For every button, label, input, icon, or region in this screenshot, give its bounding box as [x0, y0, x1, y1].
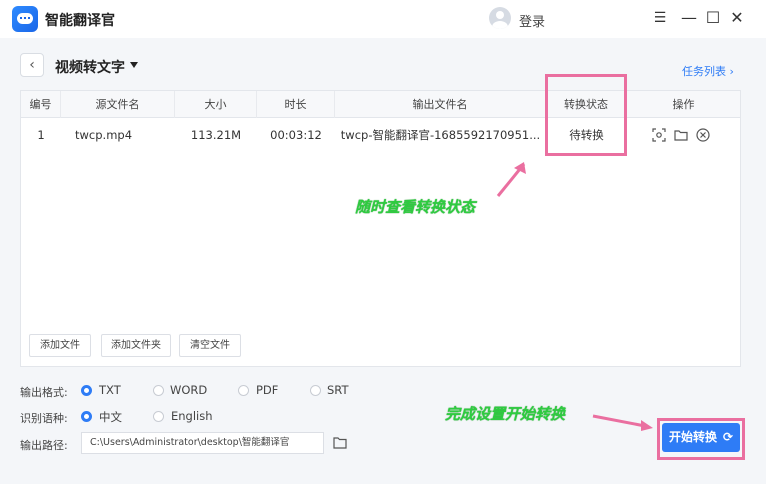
- col-source: 源文件名: [61, 91, 175, 118]
- option-chinese[interactable]: 中文: [99, 409, 122, 425]
- radio-srt[interactable]: [310, 385, 321, 396]
- radio-word[interactable]: [153, 385, 164, 396]
- title-bar: 智能翻译官 登录 ☰ — ☐ ✕: [0, 0, 766, 38]
- col-size: 大小: [175, 91, 257, 118]
- output-format-label: 输出格式:: [20, 386, 68, 399]
- option-txt[interactable]: TXT: [99, 383, 121, 397]
- caret-down-icon[interactable]: [130, 62, 138, 68]
- refresh-icon: ⟳: [722, 430, 733, 444]
- page-title[interactable]: 视频转文字: [55, 57, 125, 77]
- start-note: 完成设置开始转换: [445, 405, 566, 423]
- status-highlight-box: [545, 74, 627, 156]
- browse-folder-icon[interactable]: [333, 437, 347, 449]
- start-conversion-button[interactable]: 开始转换 ⟳: [662, 423, 740, 452]
- output-path-label: 输出路径:: [20, 439, 68, 452]
- login-link[interactable]: 登录: [519, 11, 545, 30]
- menu-icon[interactable]: ☰: [650, 8, 670, 28]
- col-output: 输出文件名: [335, 91, 546, 118]
- radio-pdf[interactable]: [238, 385, 249, 396]
- option-pdf[interactable]: PDF: [256, 383, 278, 397]
- radio-txt[interactable]: [81, 385, 92, 396]
- add-folder-button[interactable]: 添加文件夹: [101, 334, 171, 357]
- option-english[interactable]: English: [171, 409, 213, 423]
- minimize-icon[interactable]: —: [679, 8, 699, 28]
- task-list-link[interactable]: 任务列表 ›: [682, 63, 734, 79]
- delete-icon[interactable]: [696, 128, 710, 142]
- file-table-panel: 编号 源文件名 大小 时长 输出文件名 转换状态 操作 1 twcp.mp4 1…: [20, 90, 741, 367]
- folder-icon[interactable]: [674, 128, 688, 142]
- col-duration: 时长: [257, 91, 335, 118]
- cell-index: 1: [37, 128, 45, 142]
- status-note: 随时查看转换状态: [355, 198, 476, 216]
- radio-english[interactable]: [153, 411, 164, 422]
- preview-icon[interactable]: [652, 128, 666, 142]
- cell-source: twcp.mp4: [75, 128, 133, 142]
- app-logo-icon: [12, 6, 38, 32]
- cell-size: 113.21M: [190, 128, 242, 142]
- status-arrow-icon: [496, 162, 526, 197]
- back-button[interactable]: ‹: [20, 53, 44, 77]
- col-actions: 操作: [672, 98, 695, 111]
- output-path-field[interactable]: C:\Users\Administrator\desktop\智能翻译官: [81, 432, 324, 454]
- recognize-lang-label: 识别语种:: [20, 412, 68, 425]
- add-file-button[interactable]: 添加文件: [29, 334, 91, 357]
- maximize-icon[interactable]: ☐: [703, 8, 723, 28]
- table-header: 编号 源文件名 大小 时长 输出文件名 转换状态 操作: [21, 91, 740, 118]
- user-avatar-icon[interactable]: [489, 7, 511, 29]
- cell-output: twcp-智能翻译官-1685592170951...: [340, 128, 541, 142]
- clear-files-button[interactable]: 清空文件: [179, 334, 241, 357]
- start-conversion-label: 开始转换: [669, 430, 718, 444]
- radio-chinese[interactable]: [81, 411, 92, 422]
- close-window-icon[interactable]: ✕: [727, 8, 747, 28]
- option-srt[interactable]: SRT: [327, 383, 348, 397]
- app-title: 智能翻译官: [45, 13, 115, 29]
- start-arrow-icon: [592, 414, 653, 431]
- col-index: 编号: [21, 91, 61, 118]
- option-word[interactable]: WORD: [170, 383, 207, 397]
- cell-duration: 00:03:12: [270, 128, 322, 142]
